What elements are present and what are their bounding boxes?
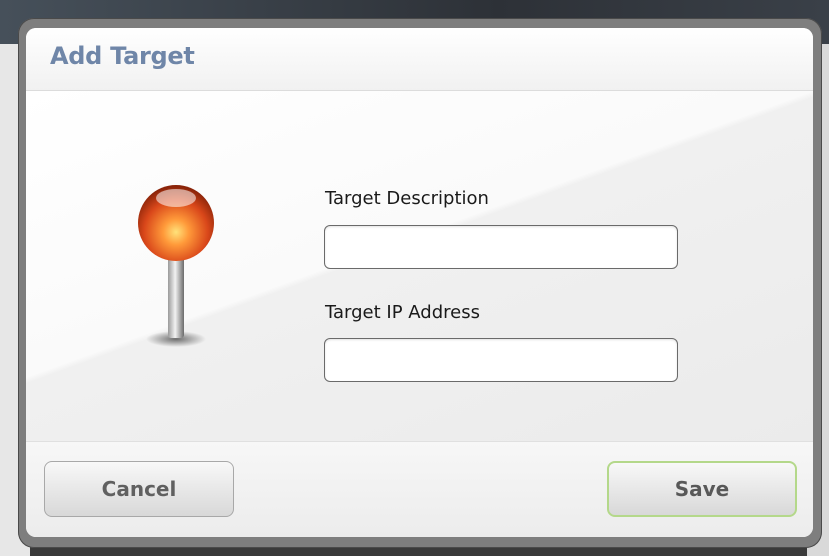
save-button[interactable]: Save — [607, 461, 797, 517]
target-description-label: Target Description — [325, 188, 489, 209]
dialog-title: Add Target — [50, 42, 195, 70]
target-ip-address-label: Target IP Address — [325, 302, 480, 323]
dialog-header: Add Target — [26, 28, 813, 91]
cancel-button[interactable]: Cancel — [44, 461, 234, 517]
dialog-footer: Cancel Save — [26, 441, 813, 537]
target-description-input[interactable] — [324, 225, 678, 269]
dialog-body: Target Description Target IP Address — [26, 91, 813, 441]
map-pin-icon — [138, 185, 214, 347]
target-ip-address-input[interactable] — [324, 338, 678, 382]
add-target-dialog: Add Target Target Description Target IP … — [26, 28, 813, 537]
